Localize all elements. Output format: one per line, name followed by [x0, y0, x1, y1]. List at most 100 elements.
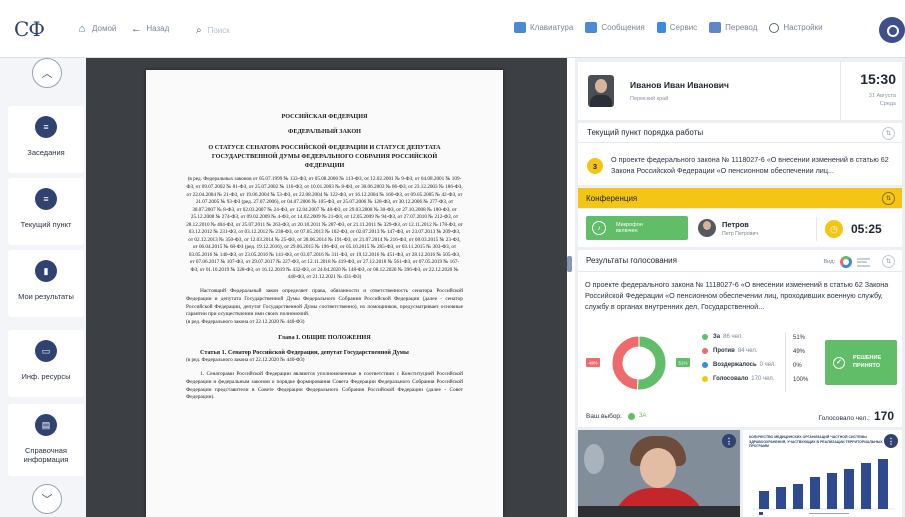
splitter-handle[interactable] [567, 256, 572, 272]
legend-divider [785, 332, 786, 392]
legend-dot [702, 376, 708, 382]
account-button[interactable] [879, 17, 905, 43]
sort-icon[interactable]: ⇅ [882, 192, 895, 205]
conference-title: Конференция [586, 193, 638, 203]
speaker-info: Петров Петр Петрович [722, 220, 758, 237]
doc-preamble: Настоящий Федеральный закон определяет п… [186, 287, 463, 318]
translate-button[interactable]: Перевод [709, 22, 757, 33]
profile-card: Иванов Иван Иванович Пермский край 15:30… [578, 62, 902, 120]
clock-time: 15:30 [860, 71, 896, 87]
slide-bar [878, 459, 888, 509]
legend-label: Голосовало [713, 376, 749, 382]
doc-article-note: (в ред. Федерального закона от 22.12.202… [186, 357, 305, 364]
pie-slice [636, 335, 667, 391]
home-label: Домой [92, 24, 117, 33]
presentation-tile[interactable]: КОЛИЧЕСТВО МЕДИЦИНСКИХ ОРГАНИЗАЦИЙ ЧАСТН… [743, 430, 902, 517]
scroll-up-button[interactable]: ︿ [32, 58, 62, 88]
legend-count: 86 чел. [723, 334, 743, 340]
decision-line-2: ПРИНЯТО [853, 362, 881, 369]
svg-text:51%: 51% [678, 361, 687, 366]
more-options-icon[interactable]: ⋮ [722, 434, 736, 448]
splitter[interactable] [567, 58, 575, 517]
sidebar: ︿ ≡ Заседания ≡ Текущий пункт ▮ Мои резу… [0, 58, 86, 517]
back-label: Назад [146, 24, 170, 33]
slide-bar [776, 487, 786, 509]
messages-button[interactable]: Сообщения [585, 22, 645, 33]
sidebar-item-label: Справочная информация [23, 446, 69, 465]
slide-bar [827, 473, 837, 509]
check-icon: ✓ [833, 356, 845, 369]
sidebar-item-label: Текущий пункт [20, 220, 72, 229]
user-region: Пермский край [630, 96, 669, 102]
legend-abstain: Воздержалось 0 чел. [702, 362, 776, 368]
legend-count: 170 чел. [751, 376, 775, 382]
doc-chapter: Глава I. ОБЩИЕ ПОЛОЖЕНИЯ [278, 333, 371, 341]
donut-view-icon[interactable] [840, 256, 852, 268]
results-title: Результаты голосования [586, 256, 677, 265]
voted-total-value: 170 [873, 409, 894, 423]
legend-against: Против 84 чел. [702, 348, 758, 354]
agenda-text: О проекте федерального закона № 1118027-… [611, 155, 889, 176]
doc-title: О СТАТУСЕ СЕНАТОРА РОССИЙСКОЙ ФЕДЕРАЦИИ … [208, 143, 441, 170]
service-button[interactable]: Сервис [656, 22, 697, 33]
view-switcher: Вид: [824, 256, 870, 268]
decision-badge: ✓ РЕШЕНИЕ ПРИНЯТО [825, 340, 897, 385]
voted-total: Голосовало чел.: 170 [819, 409, 894, 423]
user-name: Иванов Иван Иванович [630, 80, 729, 90]
pie-slice [611, 335, 640, 391]
keyboard-button[interactable]: Клавиатура [514, 22, 573, 33]
search-placeholder: Поиск [207, 25, 230, 35]
settings-button[interactable]: Настройки [769, 22, 823, 33]
sidebar-item-my-results[interactable]: ▮ Мои результаты [8, 250, 84, 317]
legend-count: 84 чел. [737, 348, 758, 354]
sidebar-item-label: Инф. ресурсы [21, 372, 71, 381]
video-lamp [584, 444, 604, 474]
results-pie-chart: 49% 51% [586, 335, 690, 391]
slide-bar [844, 469, 854, 509]
settings-icon [769, 22, 780, 33]
federation-council-logo[interactable]: СФ [0, 0, 58, 58]
doc-article: Статья 1. Сенатор Российской Федерации, … [200, 349, 409, 357]
results-footer: Ваш выбор: ЗА Голосовало чел.: 170 [578, 405, 902, 427]
pie-label: 49% [586, 358, 600, 367]
my-choice-value: ЗА [638, 413, 647, 419]
agenda-body[interactable]: 3 О проекте федерального закона № 111802… [578, 143, 902, 176]
clock: 15:30 31 Августа Среда [840, 62, 902, 120]
slide-legend-swatch [759, 512, 763, 515]
scroll-down-button[interactable]: ﹀ [32, 484, 62, 514]
legend-label: За [713, 334, 721, 340]
back-button[interactable]: ← Назад [130, 23, 169, 35]
legend-dot [702, 334, 708, 340]
microphone-button[interactable]: ♪ Микрофон включен [586, 216, 688, 240]
chevron-down-icon: ﹀ [41, 494, 53, 506]
video-tile[interactable]: ⋮ [578, 430, 740, 517]
sidebar-item-current-point[interactable]: ≡ Текущий пункт [8, 178, 84, 245]
speaker-subtitle: Петр Петрович [722, 230, 759, 237]
voting-results-card: Результаты голосования Вид: ⇅ О проекте … [578, 250, 902, 427]
voted-total-label: Голосовало чел.: [818, 415, 870, 422]
sidebar-item-sessions[interactable]: ≡ Заседания [8, 106, 84, 173]
top-bar: СФ ⌂ Домой ← Назад ⌕ Поиск Клавиатура Со… [0, 0, 905, 58]
search-input[interactable]: ⌕ Поиск [196, 22, 496, 38]
slide-title: КОЛИЧЕСТВО МЕДИЦИНСКИХ ОРГАНИЗАЦИЙ ЧАСТН… [749, 435, 883, 449]
legend-voted: Голосовало 170 чел. [702, 376, 774, 382]
video-person-face [640, 448, 676, 488]
speech-timer: ◷ 05:25 [816, 217, 896, 241]
sidebar-item-reference[interactable]: ▤ Справочная информация [8, 404, 84, 476]
list-view-icon[interactable] [857, 257, 870, 267]
doc-header-type: ФЕДЕРАЛЬНЫЙ ЗАКОН [288, 128, 361, 136]
results-header: Результаты голосования Вид: ⇅ [578, 250, 902, 272]
more-options-icon[interactable]: ⋮ [884, 434, 898, 448]
sidebar-item-label: Мои результаты [18, 292, 74, 301]
arrow-left-icon: ← [130, 22, 142, 35]
document-page[interactable]: РОССИЙСКАЯ ФЕДЕРАЦИЯ ФЕДЕРАЛЬНЫЙ ЗАКОН О… [146, 70, 503, 517]
results-question: О проекте федерального закона № 1118027-… [585, 280, 889, 312]
home-button[interactable]: ⌂ Домой [76, 23, 117, 35]
sort-icon[interactable]: ⇅ [882, 127, 895, 140]
video-desk [578, 506, 740, 517]
sort-icon[interactable]: ⇅ [882, 255, 895, 268]
pie-label: 51% [676, 358, 690, 367]
bar-chart-icon: ▮ [35, 260, 57, 282]
sidebar-item-info-resources[interactable]: ▭ Инф. ресурсы [8, 330, 84, 397]
right-panel: Иванов Иван Иванович Пермский край 15:30… [575, 58, 905, 517]
